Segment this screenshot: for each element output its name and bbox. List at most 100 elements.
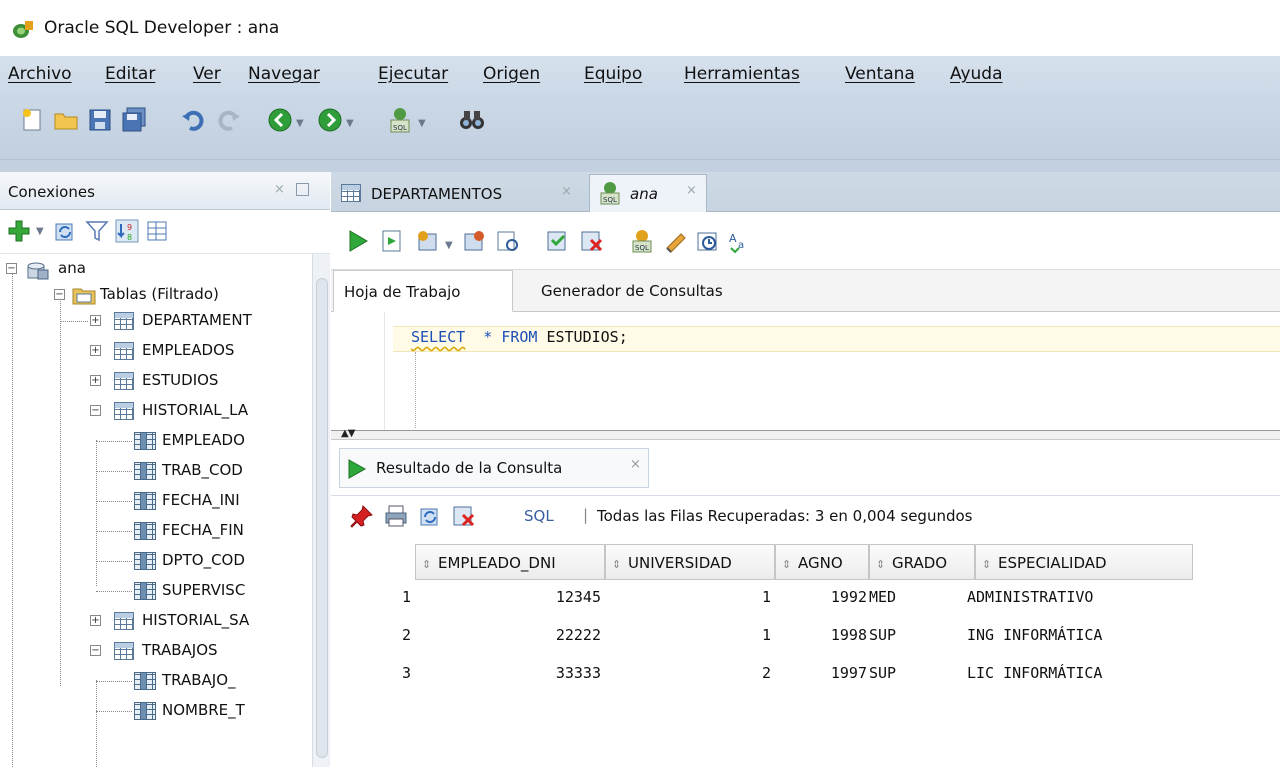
tab-query-result[interactable]: Resultado de la Consulta × xyxy=(339,448,649,488)
table-row[interactable]: 1 12345 1 1992 MED ADMINISTRATIVO xyxy=(331,580,1280,618)
save-all-icon[interactable] xyxy=(120,106,148,134)
sql-worksheet-icon[interactable]: SQL xyxy=(386,106,414,134)
autotrace-icon[interactable] xyxy=(545,228,571,254)
commit-dropdown-icon[interactable]: ▼ xyxy=(445,240,453,251)
explain-plan-icon[interactable] xyxy=(495,228,521,254)
expand-node-icon[interactable]: + xyxy=(90,375,101,386)
eraser-icon[interactable] xyxy=(663,228,689,254)
svg-text:SQL: SQL xyxy=(635,244,649,252)
table-row[interactable]: 2 22222 1 1998 SUP ING INFORMÁTICA xyxy=(331,618,1280,656)
column-icon xyxy=(134,492,156,510)
collapse-node-icon[interactable]: − xyxy=(54,289,65,300)
forward-dropdown-icon[interactable]: ▼ xyxy=(346,118,354,129)
refresh-icon[interactable] xyxy=(417,503,443,529)
cell-especialidad[interactable]: LIC INFORMÁTICA xyxy=(967,664,1102,682)
print-icon[interactable] xyxy=(383,503,409,529)
add-connection-dropdown-icon[interactable]: ▼ xyxy=(36,226,44,237)
cell-empleado-dni[interactable]: 12345 xyxy=(415,588,601,606)
connections-toolbar: ▼ 98 xyxy=(0,210,330,254)
menu-equipo[interactable]: Equipo xyxy=(584,64,642,84)
cell-empleado-dni[interactable]: 22222 xyxy=(415,626,601,644)
cell-agno[interactable]: 1997 xyxy=(775,664,867,682)
collapse-node-icon[interactable]: − xyxy=(6,263,17,274)
cell-universidad[interactable]: 1 xyxy=(605,588,771,606)
collapse-node-icon[interactable]: − xyxy=(90,645,101,656)
undo-icon[interactable] xyxy=(180,106,208,134)
refresh-icon[interactable] xyxy=(52,218,78,244)
cell-agno[interactable]: 1992 xyxy=(775,588,867,606)
menu-ayuda[interactable]: Ayuda xyxy=(950,64,1003,84)
back-dropdown-icon[interactable]: ▼ xyxy=(296,118,304,129)
close-tab-icon[interactable]: × xyxy=(561,184,572,199)
cell-grado[interactable]: SUP xyxy=(869,664,896,682)
menu-editar[interactable]: Editar xyxy=(105,64,155,84)
close-tab-icon[interactable]: × xyxy=(686,183,697,198)
cell-agno[interactable]: 1998 xyxy=(775,626,867,644)
menu-ventana[interactable]: Ventana xyxy=(845,64,915,84)
format-case-icon[interactable]: Aa xyxy=(727,228,753,254)
menu-herramientas[interactable]: Herramientas xyxy=(684,64,800,84)
splitter-arrows-icon[interactable]: ▲▼ xyxy=(341,428,355,439)
save-icon[interactable] xyxy=(86,106,114,134)
cell-especialidad[interactable]: ING INFORMÁTICA xyxy=(967,626,1102,644)
cancel-query-icon[interactable] xyxy=(451,503,477,529)
tab-generador-de-consultas[interactable]: Generador de Consultas xyxy=(531,270,733,312)
menu-archivo[interactable]: Archivo xyxy=(8,64,72,84)
tree-node-label: EMPLEADOS xyxy=(142,341,235,359)
column-header-grado[interactable]: ⇕ GRADO xyxy=(869,544,975,580)
column-header-especialidad[interactable]: ⇕ ESPECIALIDAD xyxy=(975,544,1193,580)
cell-universidad[interactable]: 1 xyxy=(605,626,771,644)
filter-icon[interactable] xyxy=(84,218,110,244)
clear-icon[interactable] xyxy=(579,228,605,254)
run-statement-icon[interactable] xyxy=(345,228,371,254)
expand-node-icon[interactable]: + xyxy=(90,615,101,626)
cell-especialidad[interactable]: ADMINISTRATIVO xyxy=(967,588,1093,606)
add-connection-icon[interactable] xyxy=(6,218,32,244)
forward-icon[interactable] xyxy=(316,106,344,134)
cell-grado[interactable]: SUP xyxy=(869,626,896,644)
menu-origen[interactable]: Origen xyxy=(483,64,540,84)
sql-worksheet-dropdown-icon[interactable]: ▼ xyxy=(418,118,426,129)
sql-editor[interactable]: SELECT * FROM ESTUDIOS; xyxy=(331,312,1280,430)
menu-navegar[interactable]: Navegar xyxy=(248,64,320,84)
back-icon[interactable] xyxy=(266,106,294,134)
editor-gutter xyxy=(331,312,385,430)
cell-empleado-dni[interactable]: 33333 xyxy=(415,664,601,682)
tree-guide xyxy=(60,321,88,322)
menu-ejecutar[interactable]: Ejecutar xyxy=(378,64,448,84)
schema-browser-icon[interactable]: 98 xyxy=(114,218,140,244)
history-icon[interactable] xyxy=(695,228,721,254)
commit-icon[interactable] xyxy=(415,228,441,254)
cell-universidad[interactable]: 2 xyxy=(605,664,771,682)
collapse-node-icon[interactable]: − xyxy=(90,405,101,416)
menu-ver[interactable]: Ver xyxy=(193,64,221,84)
sql-tuning-icon[interactable]: SQL xyxy=(629,228,655,254)
cell-grado[interactable]: MED xyxy=(869,588,896,606)
close-tab-icon[interactable]: × xyxy=(630,457,641,472)
tab-ana-worksheet[interactable]: SQL ana × xyxy=(589,174,707,212)
expand-node-icon[interactable]: + xyxy=(90,315,101,326)
minimize-panel-icon[interactable] xyxy=(296,183,309,196)
expand-node-icon[interactable]: + xyxy=(90,345,101,356)
close-panel-icon[interactable]: × xyxy=(274,182,285,197)
new-file-icon[interactable] xyxy=(18,106,46,134)
column-header-empleado-dni[interactable]: ⇕ EMPLEADO_DNI xyxy=(415,544,605,580)
rollback-icon[interactable] xyxy=(461,228,487,254)
run-script-icon[interactable] xyxy=(379,228,405,254)
table-row[interactable]: 3 33333 2 1997 SUP LIC INFORMÁTICA xyxy=(331,656,1280,694)
binoculars-icon[interactable] xyxy=(458,106,486,134)
tree-scrollbar-thumb[interactable] xyxy=(316,278,328,758)
column-header-agno[interactable]: ⇕ AGNO xyxy=(775,544,869,580)
redo-icon[interactable] xyxy=(214,106,242,134)
collapse-icon[interactable] xyxy=(144,218,170,244)
editor-results-splitter[interactable]: ▲▼ xyxy=(331,428,1280,440)
tab-hoja-de-trabajo[interactable]: Hoja de Trabajo xyxy=(333,270,513,312)
sql-code[interactable]: SELECT * FROM ESTUDIOS; xyxy=(411,328,628,346)
tree-scrollbar[interactable] xyxy=(312,254,330,767)
open-folder-icon[interactable] xyxy=(52,106,80,134)
pin-icon[interactable] xyxy=(349,503,375,529)
sql-link[interactable]: SQL xyxy=(524,507,554,525)
table-icon xyxy=(114,372,134,390)
column-header-universidad[interactable]: ⇕ UNIVERSIDAD xyxy=(605,544,775,580)
tab-departamentos[interactable]: DEPARTAMENTOS × xyxy=(335,174,585,212)
